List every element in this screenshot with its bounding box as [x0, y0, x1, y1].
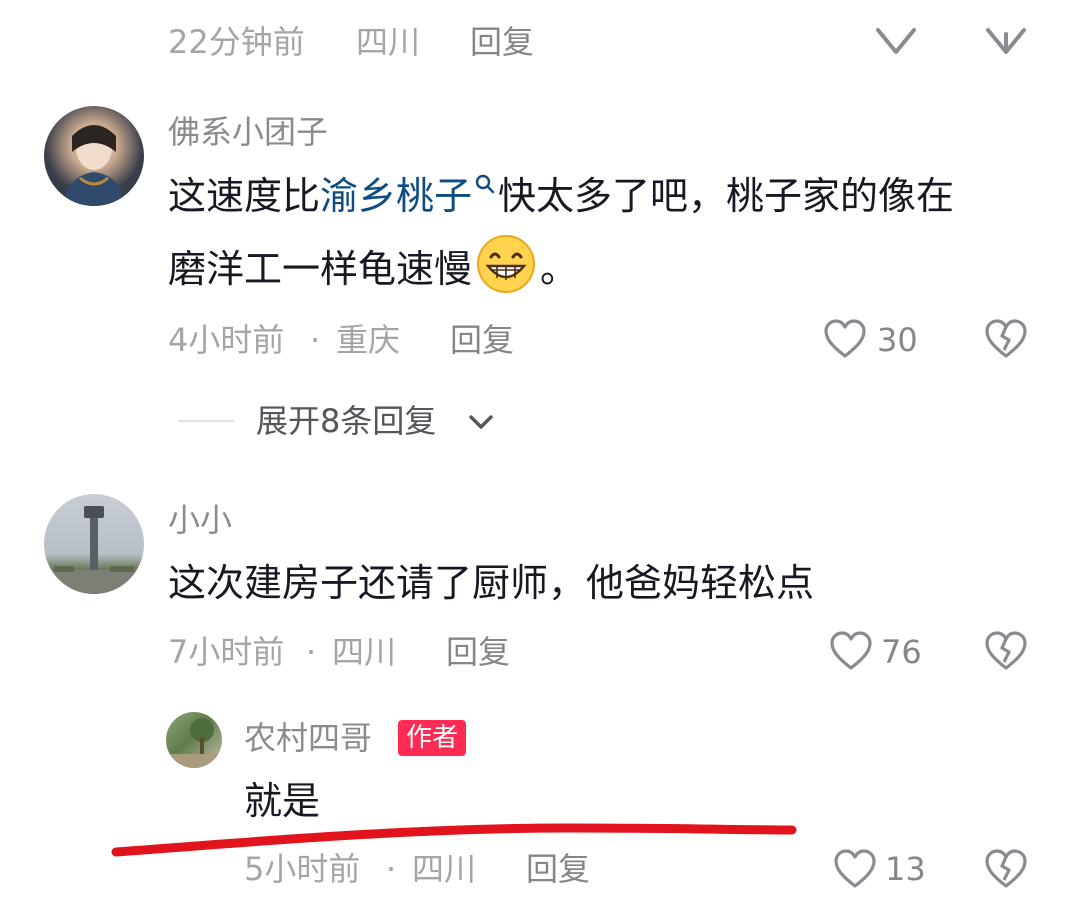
expand-divider — [178, 420, 234, 422]
broken-heart-icon[interactable] — [984, 630, 1028, 672]
like-count: 13 — [885, 850, 926, 888]
avatar-image — [44, 506, 144, 594]
comment-text-line2: 磨洋工一样龟速慢 。 — [168, 232, 1048, 304]
expand-replies-label[interactable]: 展开8条回复 — [256, 401, 436, 441]
comment-text-part: 磨洋工一样龟速慢 — [168, 247, 473, 291]
avatar[interactable] — [166, 712, 222, 768]
chevron-down-icon[interactable] — [466, 410, 496, 434]
comment-time: 22分钟前 — [168, 23, 305, 56]
comment-location: 四川 — [332, 633, 397, 671]
grinning-face-emoji — [477, 235, 536, 293]
separator-dot: · — [386, 850, 397, 888]
broken-heart-icon[interactable] — [984, 318, 1028, 360]
reply-time: 5小时前 — [244, 850, 361, 888]
separator-dot: · — [310, 321, 321, 359]
heart-outline-icon[interactable] — [828, 630, 874, 672]
comment-username[interactable]: 小小 — [168, 500, 232, 540]
comment-time: 4小时前 — [168, 321, 285, 359]
reply-button[interactable]: 回复 — [526, 849, 590, 889]
avatar[interactable] — [44, 106, 144, 206]
dislike-icon[interactable] — [984, 20, 1028, 56]
author-badge: 作者 — [398, 720, 467, 756]
reply-button[interactable]: 回复 — [446, 632, 510, 672]
avatar-image — [166, 718, 222, 768]
comment-text-part: 这速度比 — [168, 174, 321, 218]
like-count: 76 — [881, 633, 922, 671]
like-count: 30 — [877, 321, 918, 359]
avatar[interactable] — [44, 494, 144, 594]
comment-text-part: 快太多了吧，桃子家的像在 — [498, 174, 955, 218]
broken-heart-icon[interactable] — [984, 848, 1028, 890]
search-icon[interactable] — [474, 173, 496, 195]
avatar-image — [64, 125, 124, 206]
comment-location: 四川 — [356, 23, 421, 56]
keyword-link[interactable]: 渝乡桃子 — [320, 174, 472, 218]
comment-text-part: 。 — [540, 247, 579, 291]
comment-time: 7小时前 — [168, 633, 285, 671]
reply-button[interactable]: 回复 — [450, 320, 514, 360]
reply-username[interactable]: 农村四哥 — [244, 718, 372, 758]
heart-outline-icon[interactable] — [832, 848, 878, 890]
comment-location: 重庆 — [336, 321, 401, 359]
separator-dot: · — [306, 633, 317, 671]
comment-text: 这次建房子还请了厨师，他爸妈轻松点 — [168, 561, 815, 605]
reply-location: 四川 — [412, 850, 477, 888]
like-icon[interactable] — [874, 20, 918, 56]
comment-text: 这速度比渝乡桃子 快太多了吧，桃子家的像在 — [168, 161, 1048, 231]
comment-username[interactable]: 佛系小团子 — [168, 112, 328, 152]
heart-outline-icon[interactable] — [822, 318, 868, 360]
previous-comment-meta-row: 22分钟前 四川 回复 — [0, 0, 1080, 56]
reply-button[interactable]: 回复 — [470, 22, 534, 56]
